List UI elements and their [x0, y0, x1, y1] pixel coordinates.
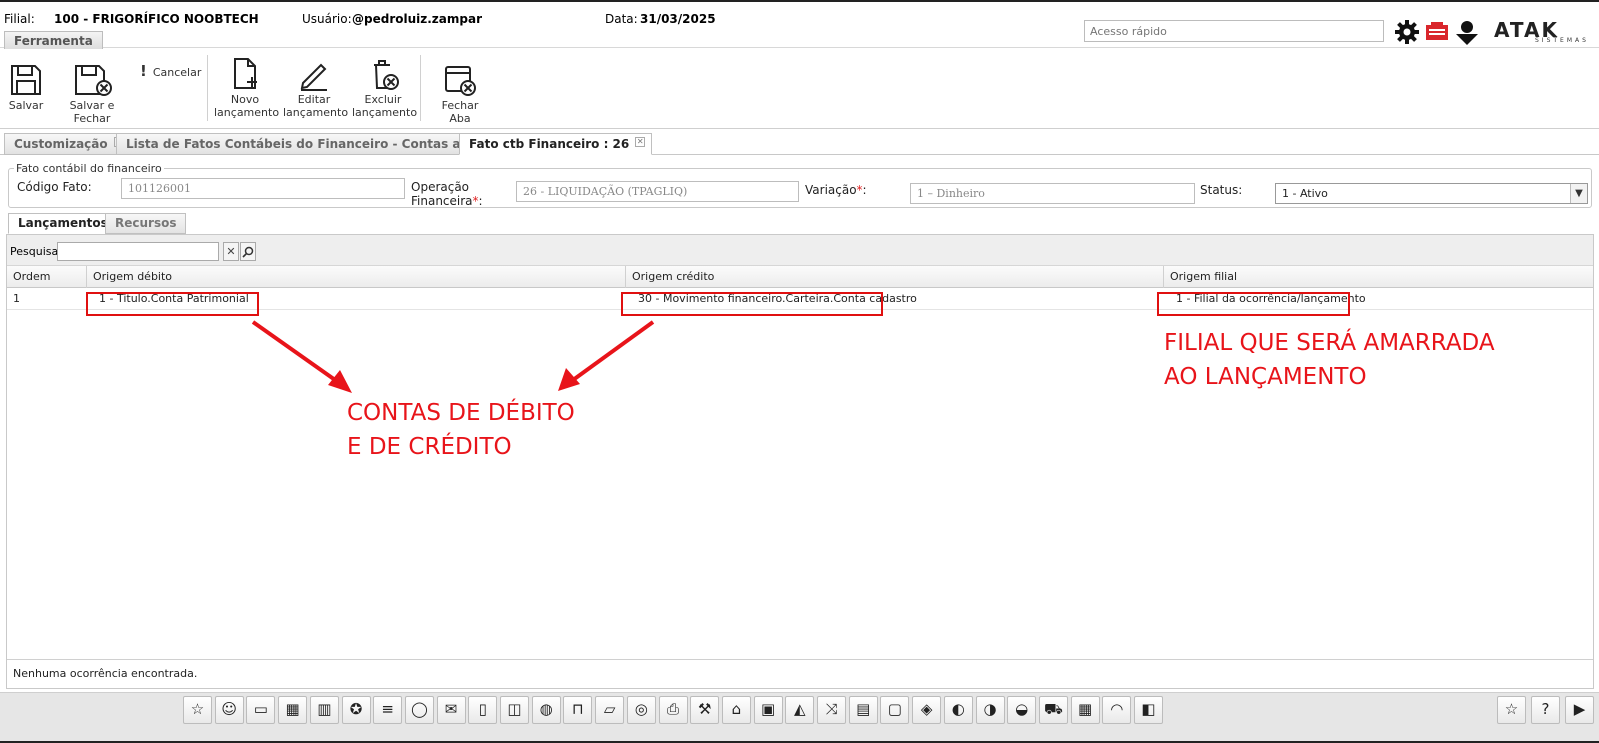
box-icon[interactable]: ◫: [500, 696, 529, 724]
star-add-icon[interactable]: ☆: [1497, 696, 1526, 724]
book-icon[interactable]: ▯: [468, 696, 498, 724]
annotation-filial: FILIAL QUE SERÁ AMARRADA AO LANÇAMENTO: [1164, 330, 1495, 390]
table-icon[interactable]: ▦: [1070, 696, 1100, 724]
briefcase-icon[interactable]: ▭: [246, 696, 276, 724]
calculator-icon[interactable]: ▦: [278, 696, 308, 724]
people-icon[interactable]: ☺: [214, 696, 244, 724]
star-icon[interactable]: ☆: [183, 696, 212, 724]
badge-icon[interactable]: ✪: [341, 696, 371, 724]
printer-icon[interactable]: ⎙: [658, 696, 688, 724]
handshake-icon[interactable]: ◈: [912, 696, 942, 724]
mouse-icon[interactable]: ◯: [404, 696, 434, 724]
mail-icon[interactable]: ✉: [436, 696, 466, 724]
bottom-toolbar: ☆ ☺ ▭ ▦ ▥ ✪ ≡ ◯ ✉ ▯ ◫ ◍ ⊓ ▱ ◎ ⎙ ⚒ ⌂ ▣ ◭ ⤨ ▤ ▢ ◈ ◐ ◑ ◒ ⛟ ▦ ◠ ◧ ☆ ? ▶: [0, 692, 1599, 743]
payment-icon[interactable]: ▤: [848, 696, 878, 724]
sliders-icon[interactable]: ≡: [373, 696, 403, 724]
help-icon[interactable]: ?: [1531, 696, 1560, 724]
globe-check-icon[interactable]: ◑: [975, 696, 1005, 724]
coins-icon[interactable]: ◎: [626, 696, 656, 724]
cart-icon[interactable]: ⛟: [1038, 696, 1068, 724]
car-icon[interactable]: ◭: [785, 696, 815, 724]
globe-money-icon[interactable]: ◐: [943, 696, 973, 724]
globe-x-icon[interactable]: ◒: [1007, 696, 1037, 724]
bottle-icon[interactable]: ⊓: [563, 696, 593, 724]
tools-icon[interactable]: ⚒: [690, 696, 720, 724]
barcode-icon[interactable]: ▥: [309, 696, 339, 724]
truck-icon[interactable]: ▱: [595, 696, 625, 724]
shuffle-icon[interactable]: ⤨: [817, 696, 846, 724]
play-icon[interactable]: ▶: [1565, 696, 1594, 724]
headset-icon[interactable]: ◠: [1102, 696, 1132, 724]
factory-icon[interactable]: ⌂: [721, 696, 751, 724]
globe-icon[interactable]: ◍: [531, 696, 561, 724]
boxes-icon[interactable]: ◧: [1134, 696, 1163, 724]
document-icon[interactable]: ▢: [880, 696, 910, 724]
annotation-contas: CONTAS DE DÉBITO E DE CRÉDITO: [347, 400, 575, 460]
tank-icon[interactable]: ▣: [753, 696, 783, 724]
